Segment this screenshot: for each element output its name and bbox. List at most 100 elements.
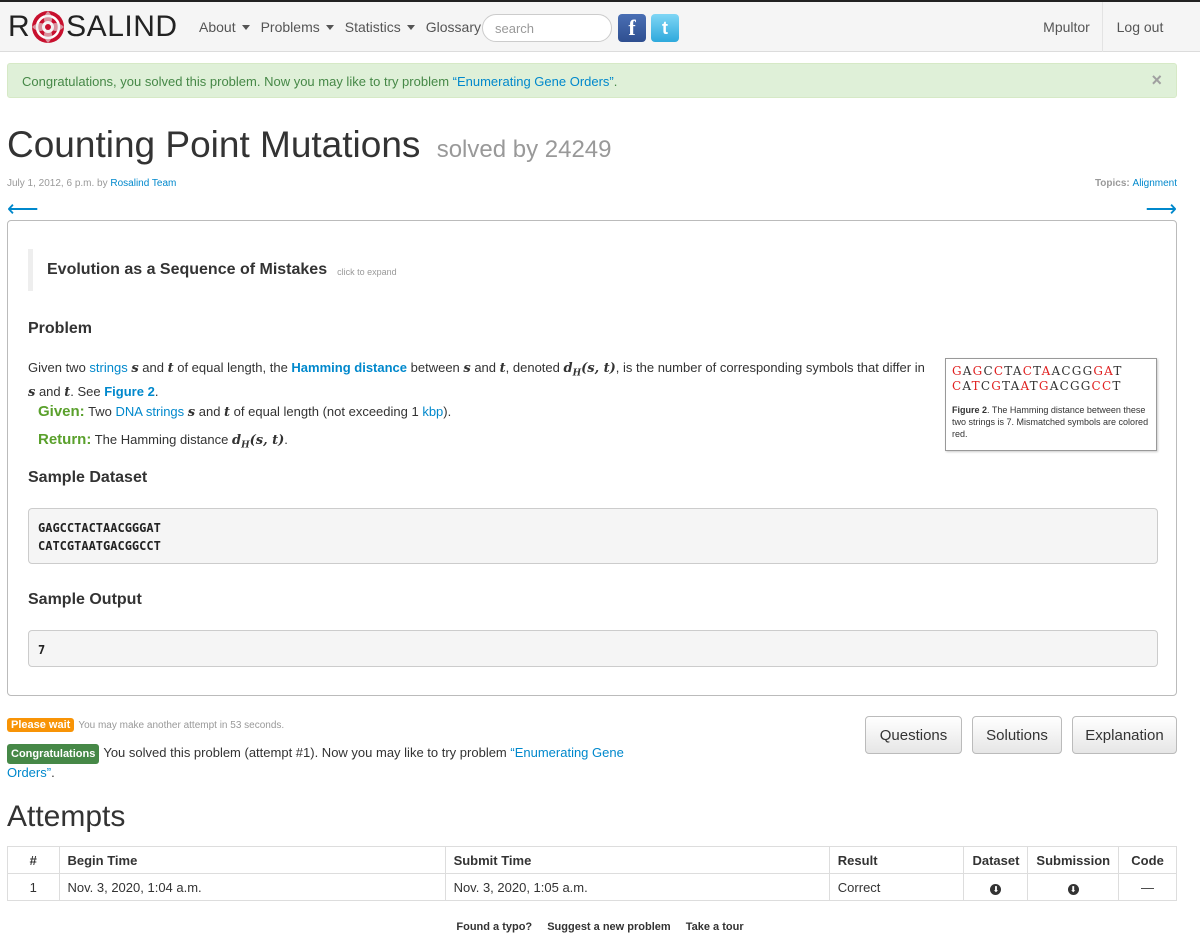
- mismatch-symbol: C: [952, 379, 963, 393]
- glossary-link-strings[interactable]: strings: [89, 360, 127, 375]
- congrats-status: Congratulations You solved this problem (…: [7, 744, 647, 782]
- match-symbol: A: [1049, 379, 1060, 393]
- solutions-button[interactable]: Solutions: [972, 716, 1062, 754]
- match-symbol: C: [1061, 364, 1072, 378]
- match-symbol: T: [1002, 379, 1011, 393]
- attempts-table: # Begin Time Submit Time Result Dataset …: [7, 846, 1177, 901]
- wait-text: You may make another attempt in 53 secon…: [78, 720, 285, 731]
- footer-take-tour-link[interactable]: Take a tour: [686, 921, 744, 933]
- sample-dataset-line: CATCGTAATGACGGCCT: [38, 539, 161, 553]
- topic-link-alignment[interactable]: Alignment: [1133, 178, 1177, 189]
- match-symbol: G: [1082, 364, 1094, 378]
- col-dataset: Dataset: [963, 846, 1029, 874]
- main-nav: About Problems Statistics Glossary: [199, 19, 492, 35]
- search-input[interactable]: [482, 14, 612, 42]
- rosalind-rose-icon: [32, 11, 65, 43]
- logout-link[interactable]: Log out: [1104, 2, 1176, 52]
- background-title: Evolution as a Sequence of Mistakes: [47, 261, 328, 278]
- close-icon[interactable]: ×: [1151, 70, 1162, 91]
- mismatch-symbol: C: [993, 364, 1005, 378]
- nav-statistics-label: Statistics: [344, 19, 401, 35]
- return-label: Return:: [38, 431, 92, 448]
- mismatch-symbol: A: [1041, 364, 1052, 378]
- col-submit-time: Submit Time: [444, 846, 830, 874]
- caret-down-icon: [325, 24, 334, 30]
- wait-badge: Please wait: [7, 718, 75, 732]
- sample-dataset-block: GAGCCTACTAACGGGAT CATCGTAATGACGGCCT: [28, 508, 1158, 564]
- alert-text-end: .: [613, 74, 618, 89]
- given-label: Given:: [38, 403, 85, 420]
- footer-suggest-problem-link[interactable]: Suggest a new problem: [547, 921, 670, 933]
- glossary-link-kbp[interactable]: kbp: [422, 404, 443, 419]
- nav-problems-label: Problems: [260, 19, 320, 35]
- footer: Found a typo? Suggest a new problem Take…: [0, 921, 1200, 933]
- figure-2: GAGCCTACTAACGGGAT CATCGTAATGACGGCCT Figu…: [945, 358, 1157, 451]
- nav-about[interactable]: About: [199, 19, 250, 35]
- col-result: Result: [828, 846, 965, 874]
- match-symbol: T: [1033, 364, 1042, 378]
- congrats-text: You solved this problem (attempt #1). No…: [103, 745, 511, 760]
- nav-glossary-label: Glossary: [425, 19, 481, 35]
- brand-left-letter: R: [8, 10, 31, 43]
- attempt-begin-time: Nov. 3, 2020, 1:04 a.m.: [58, 873, 446, 901]
- navbar: R SALIND About Problems Statistics Gloss…: [0, 0, 1200, 52]
- solved-count: solved by 24249: [436, 136, 612, 163]
- nav-about-label: About: [199, 19, 236, 35]
- attempt-number: 1: [7, 873, 60, 901]
- mismatch-symbol: A: [1104, 364, 1114, 378]
- match-symbol: A: [1010, 379, 1021, 393]
- glossary-link-hamming-distance[interactable]: Hamming distance: [291, 360, 407, 375]
- rosalind-logo[interactable]: R SALIND: [8, 10, 178, 44]
- facebook-icon[interactable]: f: [618, 14, 646, 42]
- col-code: Code: [1118, 846, 1177, 874]
- sample-dataset-line: GAGCCTACTAACGGGAT: [38, 521, 161, 535]
- download-icon[interactable]: ⬇: [990, 883, 1002, 895]
- sample-output-block: 7: [28, 630, 1158, 667]
- page-title: Counting Point Mutations solved by 24249: [7, 124, 612, 166]
- nav-glossary[interactable]: Glossary: [426, 19, 481, 35]
- mismatch-symbol: T: [971, 379, 981, 393]
- match-symbol: G: [1069, 379, 1081, 393]
- footer-found-typo-link[interactable]: Found a typo?: [456, 921, 532, 933]
- problem-meta: July 1, 2012, 6 p.m. by Rosalind Team: [7, 178, 176, 189]
- brand-right-text: SALIND: [66, 10, 178, 43]
- match-symbol: A: [962, 364, 973, 378]
- mismatch-symbol: G: [1038, 379, 1050, 393]
- mismatch-symbol: C: [1091, 379, 1102, 393]
- background-collapsible[interactable]: Evolution as a Sequence of Mistakes clic…: [28, 249, 397, 291]
- author-link[interactable]: Rosalind Team: [110, 178, 176, 189]
- congrats-text-end: .: [51, 765, 55, 780]
- user-menu-link[interactable]: Mpultor: [1031, 2, 1103, 52]
- figure-caption: Figure 2. The Hamming distance between t…: [952, 404, 1150, 440]
- match-symbol: G: [1071, 364, 1083, 378]
- mismatch-symbol: G: [991, 379, 1003, 393]
- success-alert: Congratulations, you solved this problem…: [7, 63, 1177, 98]
- expand-hint: click to expand: [337, 266, 397, 277]
- problem-heading: Problem: [28, 320, 93, 337]
- download-icon[interactable]: ⬇: [1067, 883, 1079, 895]
- explanation-button[interactable]: Explanation: [1072, 716, 1177, 754]
- table-header-row: # Begin Time Submit Time Result Dataset …: [7, 846, 1177, 874]
- nav-statistics[interactable]: Statistics: [345, 19, 415, 35]
- match-symbol: T: [1004, 364, 1013, 378]
- match-symbol: G: [1080, 379, 1092, 393]
- prev-problem-arrow-icon[interactable]: ⟵: [7, 196, 39, 222]
- topics-label: Topics:: [1094, 178, 1133, 189]
- figure-2-link[interactable]: Figure 2: [104, 384, 155, 399]
- alert-next-problem-link[interactable]: “Enumerating Gene Orders”: [453, 74, 614, 89]
- glossary-link-dna-strings[interactable]: DNA strings: [116, 404, 185, 419]
- sample-output-heading: Sample Output: [28, 591, 142, 608]
- col-submission: Submission: [1027, 846, 1120, 874]
- col-begin-time: Begin Time: [58, 846, 446, 874]
- attempts-heading: Attempts: [7, 800, 126, 833]
- attempt-submit-time: Nov. 3, 2020, 1:05 a.m.: [444, 873, 830, 901]
- wait-status: Please wait You may make another attempt …: [7, 718, 284, 732]
- nav-problems[interactable]: Problems: [261, 19, 334, 35]
- given-line: Given: Two DNA strings s and t of equal …: [38, 403, 452, 420]
- caret-down-icon: [406, 24, 415, 30]
- questions-button[interactable]: Questions: [865, 716, 962, 754]
- twitter-icon[interactable]: t: [651, 14, 679, 42]
- match-symbol: A: [962, 379, 972, 393]
- figure-sequence-1: GAGCCTACTAACGGGAT: [952, 364, 1150, 379]
- next-problem-arrow-icon[interactable]: ⟶: [1145, 196, 1177, 222]
